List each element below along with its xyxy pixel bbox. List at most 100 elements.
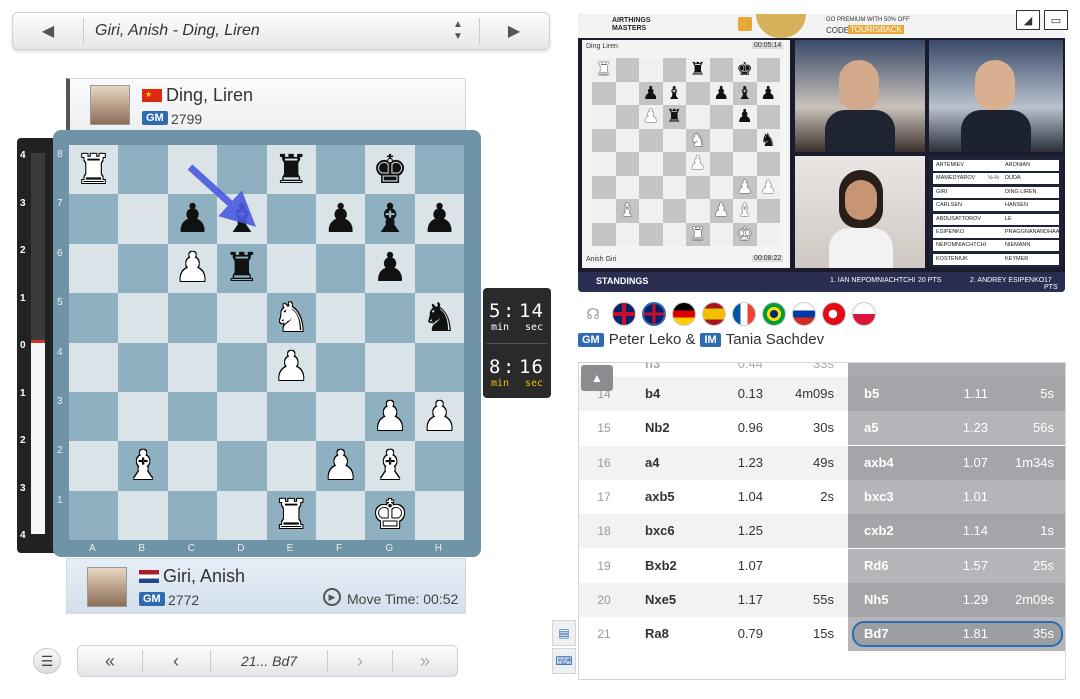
france-flag-icon[interactable] (732, 302, 756, 326)
chat-view-button[interactable]: ⌨ (552, 648, 576, 674)
white-eval: 0.13 (737, 386, 763, 401)
mini-square (709, 152, 733, 176)
move-list-view-button[interactable]: ▤ (552, 620, 576, 646)
mini-white-king-icon: ♚ (736, 223, 753, 245)
white-eval: 1.17 (737, 591, 763, 607)
language-flags: ☊ (580, 301, 876, 327)
popout-icon[interactable]: ◢ (1016, 10, 1040, 30)
audio-icon[interactable]: ☊ (580, 302, 606, 326)
black-time: 5s (1040, 386, 1054, 401)
next-game-button[interactable]: ▶ (479, 13, 549, 49)
poland-flag-icon[interactable] (852, 302, 876, 326)
pairing-row: NEPOMNIACHTCHI NIEMANN (933, 240, 1059, 252)
table-row[interactable]: 14 b4 0.13 4m09s b5 1.11 5s (579, 377, 1065, 411)
white-eval: 1.25 (737, 523, 763, 539)
mini-square (615, 152, 639, 176)
black-move: b5 (864, 386, 880, 401)
mini-white-pawn-icon: ♟ (760, 176, 777, 198)
black-eval: 1.01 (962, 488, 988, 504)
event-title: AIRTHINGS MASTERS (612, 17, 651, 32)
black-time: 2m09s (1014, 591, 1054, 607)
russia-flag-icon[interactable] (792, 302, 816, 326)
move-number: 15 (597, 421, 611, 436)
video-player[interactable]: AIRTHINGS MASTERS GO PREMIUM WITH 50% OF… (578, 14, 1065, 292)
black-move-cell[interactable]: axb4 1.07 1m34s (848, 445, 1065, 480)
bottom-clock-min: 8 (489, 356, 502, 378)
black-move-cell[interactable]: b5 1.11 5s (848, 377, 1065, 411)
mini-square (592, 175, 616, 199)
black-move-cell[interactable]: Nh5 1.29 2m09s (848, 582, 1065, 617)
game-selector[interactable]: ◀ Giri, Anish - Ding, Liren ▲ ▼ ▶ (12, 12, 550, 50)
black-move-cell[interactable]: Bd7 1.81 35s (848, 617, 1065, 652)
white-time: 49s (813, 454, 834, 470)
black-move-cell[interactable]: bxc3 1.01 (848, 479, 1065, 514)
table-row[interactable]: 21 Ra8 0.79 15s Bd7 1.81 35s (579, 617, 1065, 652)
table-row[interactable]: 17 axb5 1.04 2s bxc3 1.01 (579, 479, 1065, 514)
min-label: min (491, 322, 510, 333)
black-move-cell[interactable]: cxb2 1.14 1s (848, 514, 1065, 549)
black-move: Bd7 (864, 626, 889, 642)
promo-text: GO PREMIUM WITH 50% OFF (826, 17, 910, 23)
pairing-black: NIEMANN (1005, 242, 1031, 249)
menu-button[interactable]: ☰ (33, 648, 61, 674)
broadcast-top-player: Ding Liren (586, 43, 618, 50)
current-move[interactable]: 21... Bd7 (211, 653, 327, 669)
first-move-button[interactable]: « (78, 646, 142, 676)
ticker-points: 20 PTS (918, 277, 942, 284)
black-eval: 1.11 (963, 386, 988, 401)
scroll-up-button[interactable]: ▲ (581, 365, 613, 391)
last-move-button[interactable]: » (393, 646, 457, 676)
uk-flag-icon[interactable] (612, 302, 636, 326)
next-move-button[interactable]: › (328, 646, 392, 676)
table-row[interactable]: 15 Nb2 0.96 30s a5 1.23 56s (579, 411, 1065, 446)
table-row[interactable]: 16 a4 1.23 49s axb4 1.07 1m34s (579, 445, 1065, 480)
chat-icon: ⌨ (555, 654, 573, 668)
pairing-white: NEPOMNIACHTCHI (936, 242, 987, 249)
broadcast-header: AIRTHINGS MASTERS GO PREMIUM WITH 50% OF… (578, 14, 1065, 38)
mini-square (756, 105, 780, 129)
commentator-name: Peter Leko & (608, 331, 696, 348)
title-badge: IM (700, 332, 721, 347)
pairing-white: ABDUSATTOROV (936, 215, 982, 222)
previous-game-button[interactable]: ◀ (13, 13, 83, 49)
turkey-flag-icon[interactable] (822, 302, 846, 326)
mini-white-pawn-icon: ♟ (713, 200, 730, 222)
uk-flag-icon[interactable] (642, 302, 666, 326)
table-row[interactable]: 20 Nxe5 1.17 55s Nh5 1.29 2m09s (579, 582, 1065, 617)
black-move: axb4 (864, 454, 894, 470)
white-eval: 0.44 (737, 362, 763, 371)
bottom-clock-sec: 16 (519, 356, 544, 378)
table-row[interactable]: 19 Bxb2 1.07 Rd6 1.57 25s (579, 548, 1065, 583)
black-move: bxc3 (864, 488, 894, 504)
pairing-black: KEYMER (1005, 255, 1029, 262)
mini-black-king-icon: ♚ (736, 59, 753, 81)
mini-square (639, 175, 663, 199)
table-row[interactable]: 18 bxc6 1.25 cxb2 1.14 1s (579, 514, 1065, 549)
spain-flag-icon[interactable] (702, 302, 726, 326)
mini-square (756, 199, 780, 223)
bottom-player-name: Giri, Anish (163, 566, 246, 586)
black-move-cell[interactable]: Rd6 1.57 25s (848, 548, 1065, 583)
game-dropdown-icon[interactable]: ▲ ▼ (453, 19, 463, 43)
previous-move-button[interactable]: ‹ (143, 646, 209, 676)
mini-square (615, 128, 639, 152)
germany-flag-icon[interactable] (672, 302, 696, 326)
person-silhouette (975, 60, 1015, 110)
mini-square (615, 175, 639, 199)
fullscreen-icon[interactable]: ▭ (1044, 10, 1068, 30)
pairing-white: ESIPENKO (936, 229, 965, 235)
move-list[interactable]: h3 0.44 33s 14 b4 0.13 4m09s b5 1.11 5s 15 Nb2 0.… (578, 362, 1066, 680)
mini-square (709, 105, 733, 129)
chevron-left-icon: ‹ (173, 650, 179, 671)
move-navigation: « ‹ 21... Bd7 › » (77, 645, 458, 677)
white-time: 33s (813, 362, 834, 371)
black-move-cell[interactable]: a5 1.23 56s (848, 411, 1065, 446)
evaluation-tick: 2 (20, 245, 26, 256)
brazil-flag-icon[interactable] (762, 302, 786, 326)
chess-board[interactable]: ♜ ♜ ♚ ♟ ♝ ♟ ♝ ♟ ♟ ♜ ♟ ♞ ♞ ♟ ♟ ♟ ♝ ♟ ♝ ♜ ♚ 8 7 6 5 4 3 2 1 A B C D E F G H (53, 130, 481, 557)
white-move: bxc6 (645, 523, 675, 539)
mini-square (639, 58, 663, 82)
pairing-black: PRAGGNANANDHAA (1005, 229, 1060, 235)
white-move: a4 (645, 454, 660, 470)
bottom-player-card: Giri, Anish GM 2772 ▶ Move Time: 00:52 (66, 558, 466, 614)
